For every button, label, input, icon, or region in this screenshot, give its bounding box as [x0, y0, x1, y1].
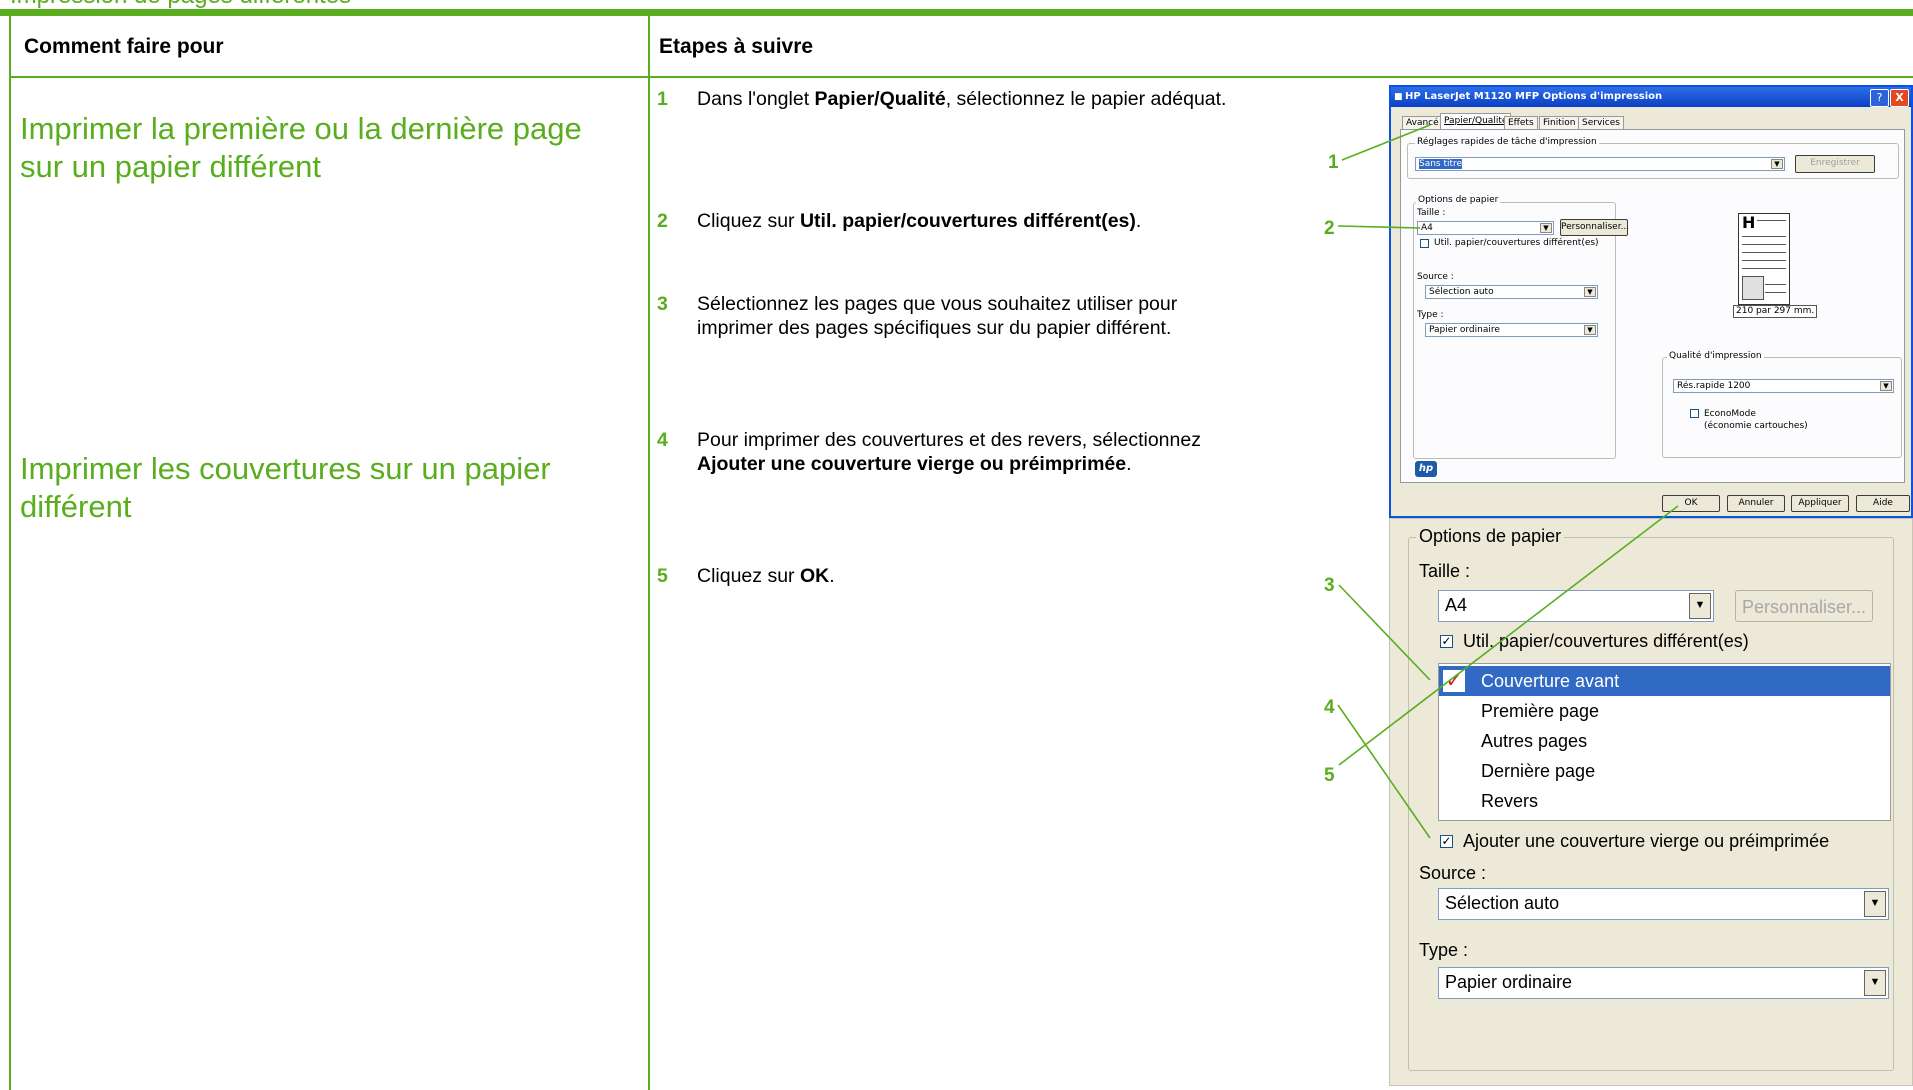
callout-leader-lines: [1337, 124, 1679, 839]
leader-5: [1338, 505, 1679, 766]
leader-2: [1337, 225, 1421, 229]
leader-3: [1338, 584, 1431, 681]
leader-1: [1341, 124, 1431, 161]
leader-4: [1337, 704, 1431, 839]
